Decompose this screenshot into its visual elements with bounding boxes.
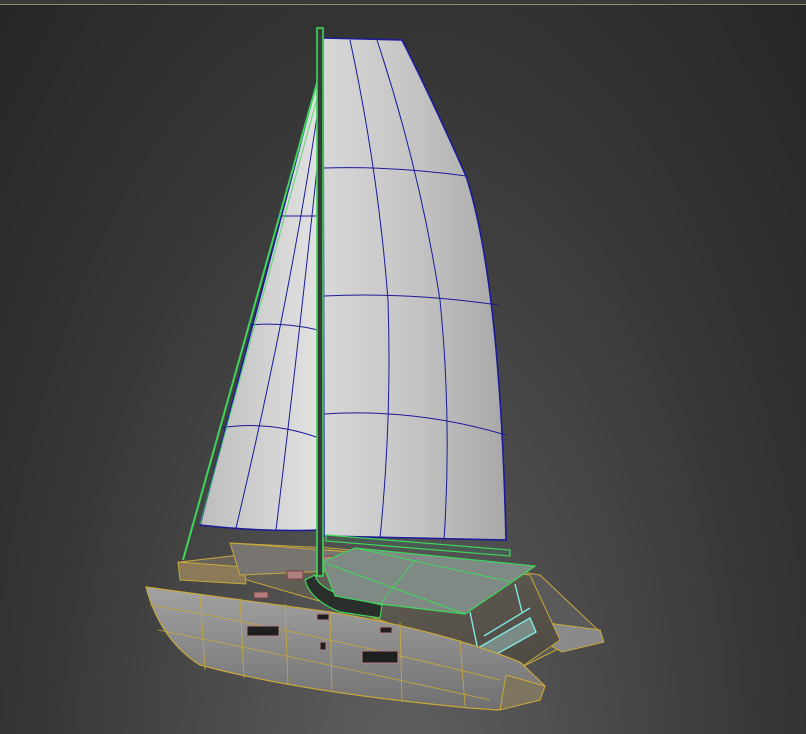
catamaran-model[interactable] [0,0,806,734]
mast[interactable] [316,27,324,577]
3d-viewport[interactable] [0,0,806,734]
main-sail[interactable] [322,37,507,541]
